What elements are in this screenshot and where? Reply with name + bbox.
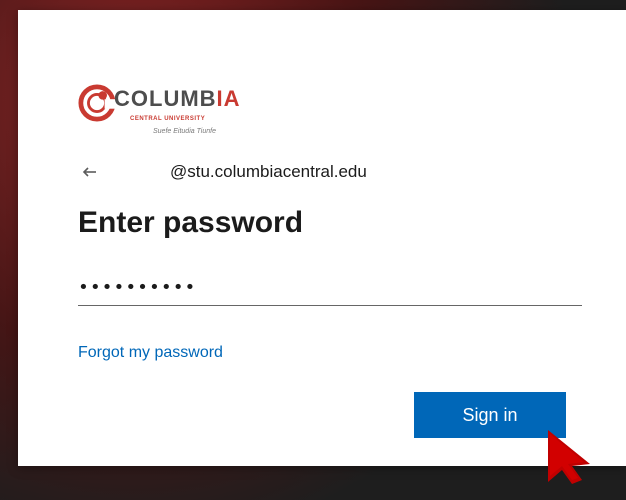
- page-title: Enter password: [78, 206, 304, 239]
- back-arrow-icon[interactable]: [78, 160, 102, 184]
- arrow-left-icon: [82, 167, 96, 177]
- account-email: @stu.columbiacentral.edu: [170, 162, 367, 181]
- logo-wordmark-primary: COLUMB: [114, 86, 217, 111]
- logo-motto: Suefe Eitudia Tiunfe: [153, 128, 216, 135]
- university-logo-mark-icon: [78, 84, 116, 122]
- logo-subtitle: CENTRAL UNIVERSITY: [130, 116, 206, 122]
- logo-wordmark: COLUMBIA: [114, 88, 241, 110]
- forgot-password-link[interactable]: Forgot my password: [78, 343, 223, 363]
- account-identity: @stu.columbiacentral.edu: [78, 160, 598, 184]
- university-logo: COLUMBIA CENTRAL UNIVERSITY Suefe Eitudi…: [78, 84, 288, 146]
- signin-card: COLUMBIA CENTRAL UNIVERSITY Suefe Eitudi…: [18, 10, 626, 484]
- logo-wordmark-accent: IA: [216, 86, 241, 111]
- sign-in-button[interactable]: Sign in: [414, 392, 566, 438]
- password-field[interactable]: [78, 270, 582, 306]
